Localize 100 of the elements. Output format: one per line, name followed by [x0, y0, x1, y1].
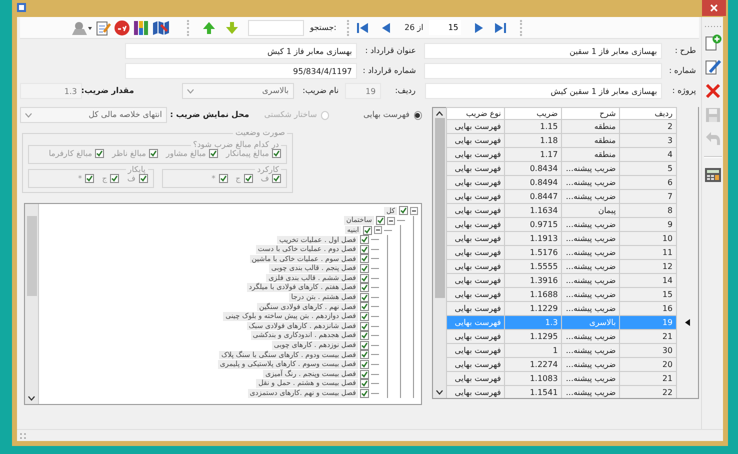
delete-button[interactable]	[704, 82, 722, 100]
grid-icon[interactable]	[133, 20, 149, 36]
table-cell: 1.17	[504, 148, 562, 162]
text-field[interactable]: بهسازی معابر فاز 1 کیش	[125, 43, 357, 59]
checkbox[interactable]	[376, 216, 385, 226]
table-cell: 2	[619, 120, 676, 134]
search-field[interactable]	[248, 20, 304, 36]
checkbox[interactable]	[110, 174, 120, 183]
checkbox[interactable]	[272, 149, 281, 158]
table-cell: ضریب پیشنه...	[561, 232, 620, 246]
checkbox[interactable]	[360, 292, 369, 302]
table-cell: 7	[619, 190, 676, 204]
table-cell: ضریب پیشنه...	[561, 372, 620, 386]
scrollbar[interactable]	[433, 108, 447, 398]
radio-label: فهرست بهایی	[362, 110, 411, 120]
field-label: شماره قرارداد :	[362, 66, 417, 76]
field-label: عنوان قرارداد :	[364, 46, 417, 56]
table-cell: 1.5176	[504, 246, 562, 260]
table-cell: ضریب پیشنه...	[561, 274, 620, 288]
map-icon[interactable]	[152, 20, 170, 36]
checkbox[interactable]	[95, 149, 104, 158]
checkbox[interactable]	[360, 254, 369, 264]
checkbox-label: مبالغ مشاور	[164, 149, 207, 159]
dropdown[interactable]: انتهای خلاصه مالی کل	[20, 107, 167, 123]
add-button[interactable]	[704, 34, 722, 52]
checkbox[interactable]	[272, 174, 281, 183]
text-field[interactable]: 19	[344, 83, 381, 99]
collapse-icon[interactable]	[374, 226, 382, 234]
checkbox[interactable]	[244, 174, 253, 183]
checkbox[interactable]	[85, 174, 94, 183]
scroll-up-icon[interactable]	[436, 111, 443, 116]
tree-panel[interactable]	[24, 203, 422, 406]
table-cell: ضریب پیشنه...	[561, 190, 620, 204]
scrollbar-thumb[interactable]	[434, 118, 444, 298]
table-cell: 5	[619, 162, 676, 176]
circle-badge-icon[interactable]	[114, 20, 130, 36]
text-field[interactable]: 95/834/4/1197	[125, 63, 357, 79]
record-number-field[interactable]: 15	[429, 20, 462, 35]
column-header[interactable]: شرح	[561, 108, 620, 120]
skip-right-button[interactable]	[493, 20, 508, 34]
checkbox[interactable]	[399, 206, 408, 216]
scrollbar-thumb[interactable]	[26, 216, 36, 296]
checkbox[interactable]	[218, 174, 228, 183]
checkbox[interactable]	[360, 331, 369, 340]
checkbox[interactable]	[208, 149, 218, 158]
text-field[interactable]	[424, 63, 662, 79]
dropdown[interactable]: بالاسری	[182, 83, 294, 99]
table-cell: 1.5555	[504, 260, 562, 274]
notepad-icon[interactable]	[95, 20, 111, 36]
text-field[interactable]: 1.3	[20, 83, 82, 99]
checkbox[interactable]	[363, 226, 372, 235]
checkbox[interactable]	[360, 302, 369, 312]
edit-button[interactable]	[704, 58, 722, 76]
table-cell: فهرست بهایی	[446, 316, 504, 330]
table-cell: 9	[619, 218, 676, 232]
table-cell: 0.8434	[504, 162, 562, 176]
collapse-icon[interactable]	[410, 206, 418, 215]
table-cell: 21	[619, 372, 676, 386]
collapse-icon[interactable]	[387, 216, 395, 225]
table-cell: پیمان	[561, 204, 620, 218]
field-label: محل نمایش ضریب :	[168, 110, 250, 120]
field-label: طرح :	[674, 46, 697, 56]
checkbox[interactable]	[149, 149, 158, 158]
table-cell: 1	[504, 344, 562, 358]
grip-icon	[704, 25, 720, 28]
checkbox[interactable]	[360, 235, 369, 244]
checkbox[interactable]	[360, 370, 369, 379]
scroll-down-icon[interactable]	[28, 396, 35, 402]
checkbox[interactable]	[360, 312, 369, 322]
checkbox[interactable]	[360, 350, 369, 360]
checkbox[interactable]	[360, 264, 369, 274]
column-header[interactable]: نوع ضریب	[446, 108, 504, 120]
checkbox[interactable]	[360, 283, 369, 292]
column-header[interactable]: ضریب	[504, 108, 562, 120]
record-count-label: از 26	[404, 22, 424, 32]
text-field[interactable]: بهسازی معابر فاز 1 سقین کیش	[424, 83, 662, 99]
checkbox[interactable]	[360, 379, 369, 388]
column-header[interactable]: ردیف	[619, 108, 676, 120]
checkbox[interactable]	[360, 322, 369, 331]
checkbox[interactable]	[138, 174, 148, 183]
resize-grip-icon	[20, 432, 27, 438]
scrollbar[interactable]	[25, 204, 39, 404]
table-cell: 1.1634	[504, 204, 562, 218]
data-grid[interactable]	[432, 107, 699, 399]
arrow-up-icon[interactable]	[202, 20, 216, 34]
text-field[interactable]: بهسازی معابر فاز 1 سقین	[424, 43, 662, 59]
close-button[interactable]	[702, 0, 726, 16]
table-cell: ضریب پیشنه...	[561, 218, 620, 232]
checkbox[interactable]	[360, 244, 369, 254]
checkbox[interactable]	[360, 388, 369, 398]
scroll-down-icon[interactable]	[436, 390, 443, 395]
checkbox[interactable]	[360, 274, 369, 283]
checkbox[interactable]	[360, 340, 369, 350]
calculator-button[interactable]	[704, 166, 722, 184]
checkbox[interactable]	[360, 360, 369, 369]
table-cell: ضریب پیشنه...	[561, 176, 620, 190]
table-cell: 11	[619, 246, 676, 260]
table-cell: ضریب پیشنه...	[561, 358, 620, 372]
skip-left-button[interactable]	[356, 20, 370, 34]
radio-button[interactable]	[414, 110, 422, 120]
